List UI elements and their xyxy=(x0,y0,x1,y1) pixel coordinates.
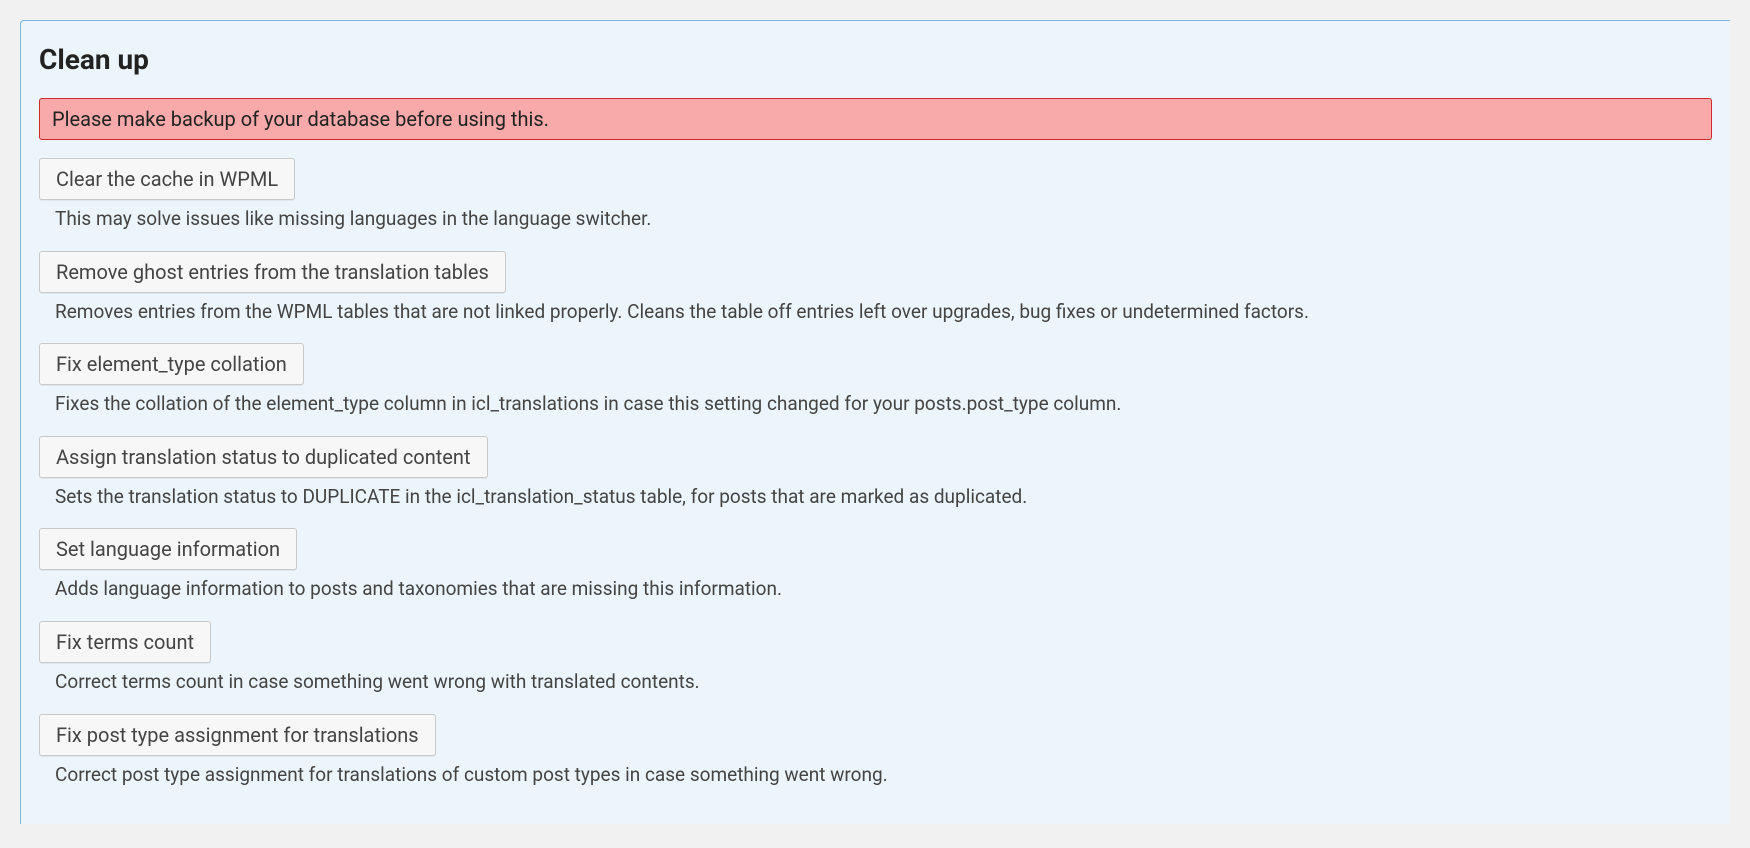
action-fix-post-type: Fix post type assignment for translation… xyxy=(39,714,1712,789)
fix-terms-count-button[interactable]: Fix terms count xyxy=(39,621,211,663)
set-language-info-button[interactable]: Set language information xyxy=(39,528,297,570)
action-clear-cache: Clear the cache in WPML This may solve i… xyxy=(39,158,1712,233)
backup-warning: Please make backup of your database befo… xyxy=(39,98,1712,140)
remove-ghost-desc: Removes entries from the WPML tables tha… xyxy=(55,299,1712,326)
clear-cache-desc: This may solve issues like missing langu… xyxy=(55,206,1712,233)
action-set-language-info: Set language information Adds language i… xyxy=(39,528,1712,603)
assign-translation-status-desc: Sets the translation status to DUPLICATE… xyxy=(55,484,1712,511)
fix-post-type-button[interactable]: Fix post type assignment for translation… xyxy=(39,714,436,756)
action-assign-translation-status: Assign translation status to duplicated … xyxy=(39,436,1712,511)
action-fix-terms-count: Fix terms count Correct terms count in c… xyxy=(39,621,1712,696)
set-language-info-desc: Adds language information to posts and t… xyxy=(55,576,1712,603)
clean-up-panel: Clean up Please make backup of your data… xyxy=(20,20,1730,824)
fix-collation-desc: Fixes the collation of the element_type … xyxy=(55,391,1712,418)
assign-translation-status-button[interactable]: Assign translation status to duplicated … xyxy=(39,436,488,478)
panel-title: Clean up xyxy=(39,43,1712,76)
fix-post-type-desc: Correct post type assignment for transla… xyxy=(55,762,1712,789)
remove-ghost-button[interactable]: Remove ghost entries from the translatio… xyxy=(39,251,506,293)
action-remove-ghost: Remove ghost entries from the translatio… xyxy=(39,251,1712,326)
action-fix-collation: Fix element_type collation Fixes the col… xyxy=(39,343,1712,418)
clear-cache-button[interactable]: Clear the cache in WPML xyxy=(39,158,295,200)
fix-collation-button[interactable]: Fix element_type collation xyxy=(39,343,304,385)
fix-terms-count-desc: Correct terms count in case something we… xyxy=(55,669,1712,696)
